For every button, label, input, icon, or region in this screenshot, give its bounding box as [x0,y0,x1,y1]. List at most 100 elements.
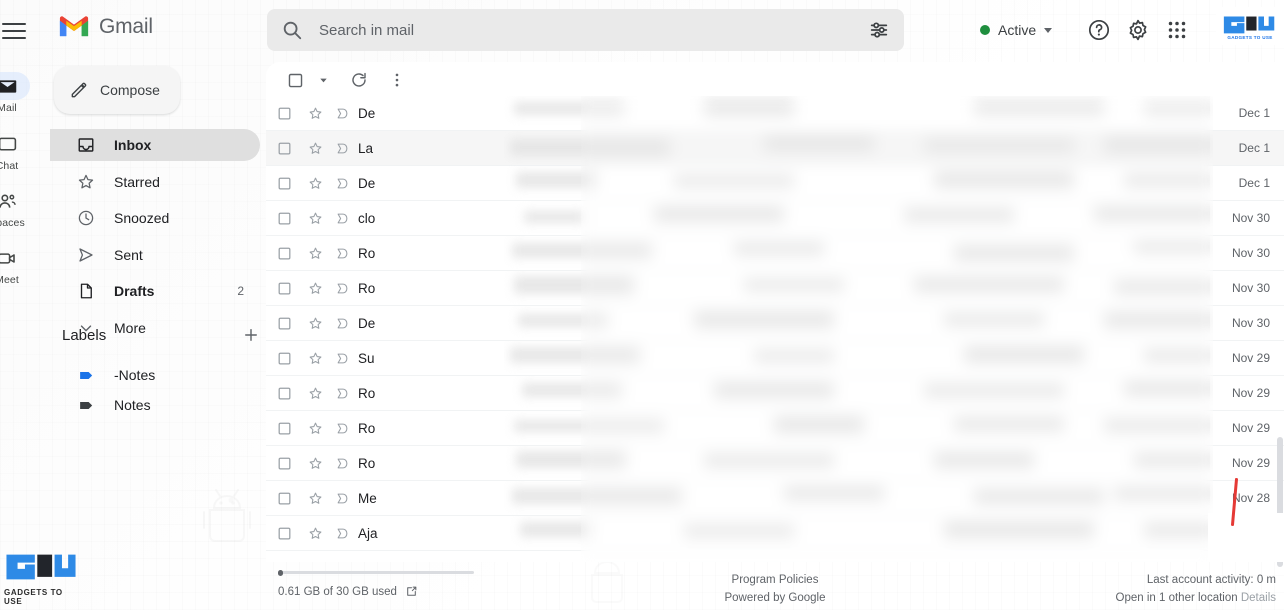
row-star-toggle[interactable] [302,141,328,156]
row-checkbox[interactable] [266,526,302,541]
row-checkbox[interactable] [266,106,302,121]
plus-add-label-icon[interactable] [242,326,260,344]
row-checkbox[interactable] [266,281,302,296]
important-marker-icon [337,318,347,328]
row-checkbox[interactable] [266,421,302,436]
row-important-toggle[interactable] [328,526,356,541]
row-checkbox[interactable] [266,141,302,156]
table-row[interactable]: Su Nov 29 [266,341,1284,376]
row-star-toggle[interactable] [302,456,328,471]
blurred-text-block [1144,348,1210,362]
search-input[interactable] [319,21,868,39]
select-all-checkbox[interactable] [280,65,310,95]
row-star-toggle[interactable] [302,491,328,506]
table-row[interactable]: Aja [266,516,1284,551]
apps-grid-icon[interactable] [1165,18,1189,42]
send-paperplane-icon [76,245,96,265]
sidebar-item-starred[interactable]: Starred [50,166,260,198]
row-sender: De [358,315,376,331]
row-important-toggle[interactable] [328,211,356,226]
mail-icon [0,72,30,100]
row-important-toggle[interactable] [328,246,356,261]
sidebar-item-drafts[interactable]: Drafts 2 [50,275,260,307]
table-row[interactable]: De Dec 1 [266,166,1284,201]
table-row[interactable]: Ro Nov 29 [266,411,1284,446]
row-checkbox[interactable] [266,211,302,226]
row-sender: Me [358,490,377,506]
table-row[interactable]: clo Nov 30 [266,201,1284,236]
row-star-toggle[interactable] [302,106,328,121]
gmail-wordmark: Gmail [99,14,153,38]
row-star-toggle[interactable] [302,386,328,401]
rail-label-mail: Mail [0,102,17,114]
row-important-toggle[interactable] [328,351,356,366]
row-subject-blurred [504,96,1210,131]
row-checkbox[interactable] [266,456,302,471]
table-row[interactable]: La Dec 1 [266,131,1284,166]
blurred-text-block [1134,452,1210,467]
rail-item-spaces[interactable]: Spaces [0,187,30,229]
row-star-toggle[interactable] [302,351,328,366]
label-item-notes-dash[interactable]: -Notes [50,360,260,390]
star-outline-icon [309,107,321,119]
table-row[interactable]: Ro Nov 29 [266,376,1284,411]
gmail-brand[interactable]: Gmail [58,14,153,39]
footer-right: Last account activity: 0 m Open in 1 oth… [1116,571,1276,607]
row-checkbox[interactable] [266,351,302,366]
row-important-toggle[interactable] [328,386,356,401]
table-row[interactable]: De Dec 1 [266,96,1284,131]
row-important-toggle[interactable] [328,176,356,191]
row-important-toggle[interactable] [328,141,356,156]
rail-item-meet[interactable]: Meet [0,244,30,286]
table-row[interactable]: Ro Nov 30 [266,271,1284,306]
row-star-toggle[interactable] [302,211,328,226]
select-all-dropdown[interactable] [314,65,332,95]
row-star-toggle[interactable] [302,281,328,296]
row-subject-blurred [504,236,1210,271]
refresh-button[interactable] [344,65,374,95]
row-checkbox[interactable] [266,176,302,191]
row-checkbox[interactable] [266,316,302,331]
row-checkbox[interactable] [266,491,302,506]
row-important-toggle[interactable] [328,281,356,296]
row-star-toggle[interactable] [302,176,328,191]
row-star-toggle[interactable] [302,526,328,541]
blurred-text-block [934,451,1034,468]
sidebar-item-sent[interactable]: Sent [50,239,260,271]
gmail-m-logo-icon [59,16,89,37]
row-checkbox[interactable] [266,386,302,401]
sidebar-label-starred: Starred [114,173,160,190]
row-important-toggle[interactable] [328,421,356,436]
sidebar-item-snoozed[interactable]: Snoozed [50,202,260,234]
blurred-text-block [954,416,1064,431]
row-star-toggle[interactable] [302,316,328,331]
compose-button[interactable]: Compose [54,66,180,114]
row-checkbox[interactable] [266,246,302,261]
row-important-toggle[interactable] [328,316,356,331]
status-chip[interactable]: Active [968,14,1062,46]
table-row[interactable]: Ro Nov 30 [266,236,1284,271]
row-star-toggle[interactable] [302,421,328,436]
hamburger-menu-icon[interactable] [2,18,26,40]
table-row[interactable]: Me Nov 28 [266,481,1284,516]
rail-item-mail[interactable]: Mail [0,72,30,114]
status-label: Active [998,22,1037,38]
row-star-toggle[interactable] [302,246,328,261]
table-row[interactable]: Ro Nov 29 [266,446,1284,481]
blurred-text-block [734,241,824,255]
sidebar-item-inbox[interactable]: Inbox [50,129,260,161]
more-options-button[interactable] [382,65,412,95]
help-question-icon[interactable] [1087,18,1111,42]
search-bar[interactable] [267,9,904,51]
gear-settings-icon[interactable] [1126,18,1150,42]
label-item-notes[interactable]: Notes [50,390,260,420]
details-link[interactable]: Details [1241,592,1276,604]
other-location-row: Open in 1 other location Details [1116,589,1276,607]
filter-options-icon[interactable] [868,19,890,41]
row-date: Nov 30 [1231,316,1270,330]
table-row[interactable]: De Nov 30 [266,306,1284,341]
row-important-toggle[interactable] [328,456,356,471]
rail-item-chat[interactable]: Chat [0,130,30,172]
row-important-toggle[interactable] [328,106,356,121]
row-important-toggle[interactable] [328,491,356,506]
